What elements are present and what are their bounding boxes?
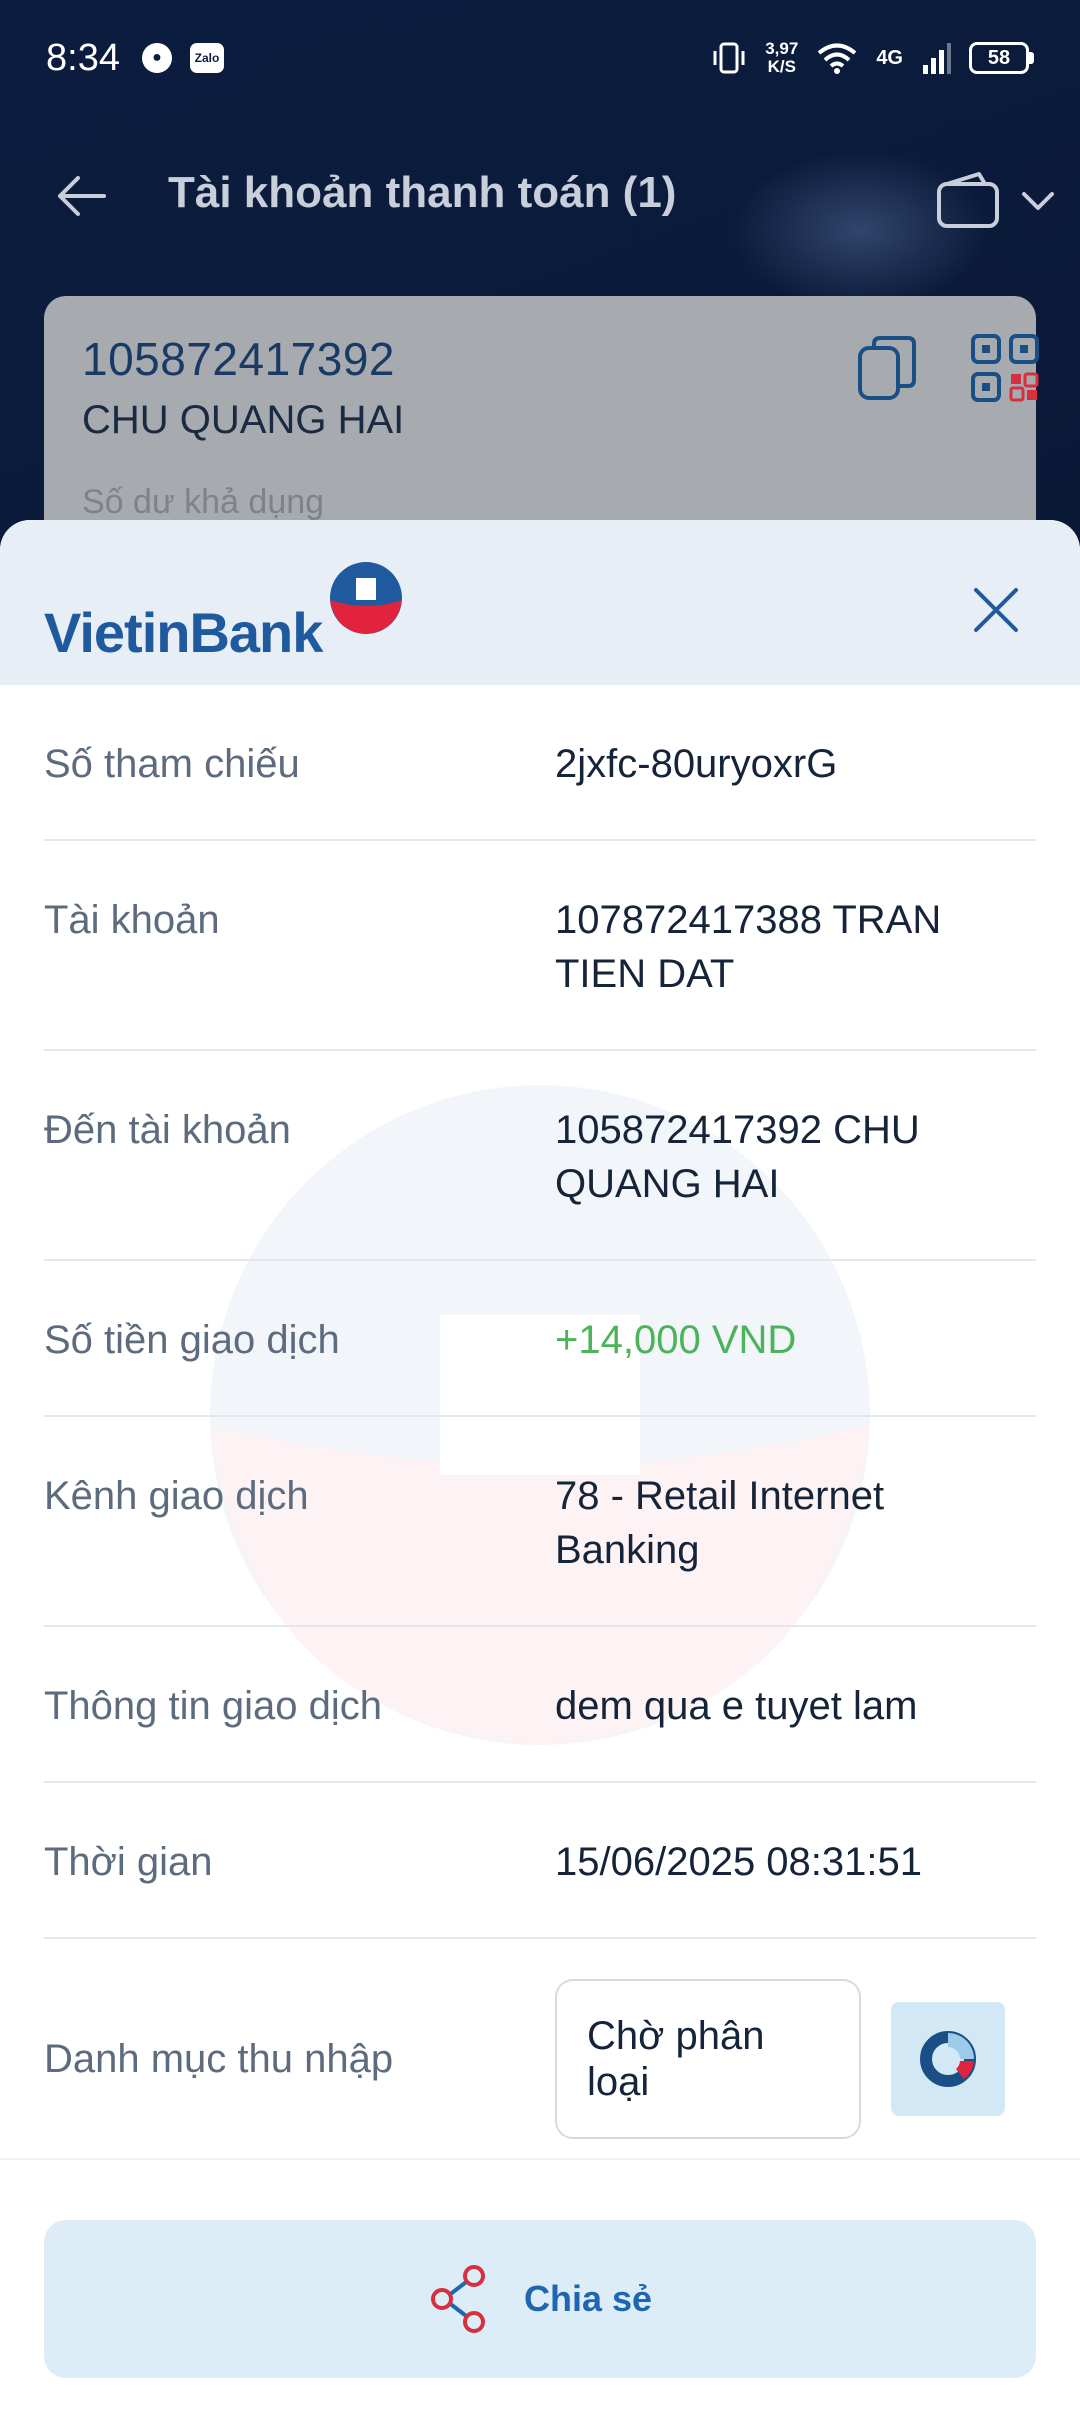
arrow-left-icon[interactable] <box>52 166 112 226</box>
sheet-footer: Chia sẻ <box>0 2158 1080 2436</box>
battery-tip <box>1029 52 1034 64</box>
detail-row-time: Thời gian 15/06/2025 08:31:51 <box>44 1783 1036 1939</box>
share-label: Chia sẻ <box>523 2278 653 2319</box>
transaction-description: dem qua e tuyet lam <box>555 1684 918 1728</box>
category-select[interactable]: Chờ phân loại <box>555 1979 861 2139</box>
wifi-icon <box>818 43 857 74</box>
share-icon <box>430 2265 485 2333</box>
speed-unit: K/S <box>767 57 796 76</box>
wallet-icon[interactable] <box>935 170 1001 230</box>
transaction-time: 15/06/2025 08:31:51 <box>555 1840 923 1884</box>
notification-icon: ● <box>141 43 172 73</box>
detail-row-amount: Số tiền giao dịch +14,000 VND <box>44 1261 1036 1417</box>
detail-label: Thông tin giao dịch <box>44 1684 383 1728</box>
sheet-header: VietinBank <box>0 520 1080 685</box>
transaction-detail-sheet: VietinBank Số tham chiếu 2jxfc-80uryoxrG… <box>0 520 1080 2436</box>
destination-account: 105872417392 CHU QUANG HAI <box>555 1108 920 1206</box>
battery-level: 58 <box>969 42 1029 74</box>
detail-label: Số tham chiếu <box>44 742 300 786</box>
status-right: 3,97 K/S 4G 58 <box>711 40 1034 76</box>
speed-value: 3,97 <box>765 39 799 58</box>
svg-text:VietinBank: VietinBank <box>44 601 324 664</box>
status-bar: 8:34 ● Zalo 3,97 K/S 4G 58 <box>0 0 1080 116</box>
network-speed: 3,97 K/S <box>765 40 798 76</box>
page-title: Tài khoản thanh toán (1) <box>168 168 677 217</box>
transaction-details: Số tham chiếu 2jxfc-80uryoxrG Tài khoản … <box>44 685 1036 2186</box>
battery-indicator: 58 <box>969 42 1034 74</box>
pie-chart-icon <box>920 2031 976 2087</box>
status-time: 8:34 <box>46 36 120 79</box>
close-icon[interactable] <box>970 584 1022 636</box>
vibrate-icon <box>713 42 745 74</box>
chevron-down-icon[interactable] <box>1018 180 1058 220</box>
share-button[interactable]: Chia sẻ <box>44 2220 1036 2378</box>
category-label: Danh mục thu nhập <box>44 2037 394 2081</box>
detail-row-channel: Kênh giao dịch 78 - Retail Internet Bank… <box>44 1417 1036 1627</box>
detail-label: Kênh giao dịch <box>44 1474 309 1518</box>
detail-label: Đến tài khoản <box>44 1108 291 1152</box>
zalo-icon: Zalo <box>189 43 224 73</box>
detail-row-category: Danh mục thu nhập Chờ phân loại <box>44 1939 1036 2186</box>
balance-label: Số dư khả dụng <box>82 483 325 521</box>
source-account: 107872417388 TRAN TIEN DAT <box>555 898 942 996</box>
signal-icon <box>923 43 951 74</box>
qr-code-icon[interactable] <box>969 332 1041 404</box>
detail-row-reference: Số tham chiếu 2jxfc-80uryoxrG <box>44 685 1036 841</box>
app-header: Tài khoản thanh toán (1) <box>0 150 1080 240</box>
detail-row-description: Thông tin giao dịch dem qua e tuyet lam <box>44 1627 1036 1783</box>
transaction-channel: 78 - Retail Internet Banking <box>555 1474 885 1572</box>
category-button[interactable] <box>891 2002 1005 2116</box>
network-type: 4G <box>876 46 903 69</box>
reference-number: 2jxfc-80uryoxrG <box>555 742 838 786</box>
detail-label: Thời gian <box>44 1840 213 1884</box>
detail-label: Tài khoản <box>44 898 220 942</box>
transaction-amount: +14,000 VND <box>555 1318 797 1362</box>
copy-icon[interactable] <box>856 334 920 404</box>
vietinbank-logo: VietinBank <box>44 562 402 664</box>
detail-row-source-account: Tài khoản 107872417388 TRAN TIEN DAT <box>44 841 1036 1051</box>
detail-label: Số tiền giao dịch <box>44 1318 340 1362</box>
account-holder-name: CHU QUANG HAI <box>82 398 405 442</box>
detail-row-destination-account: Đến tài khoản 105872417392 CHU QUANG HAI <box>44 1051 1036 1261</box>
